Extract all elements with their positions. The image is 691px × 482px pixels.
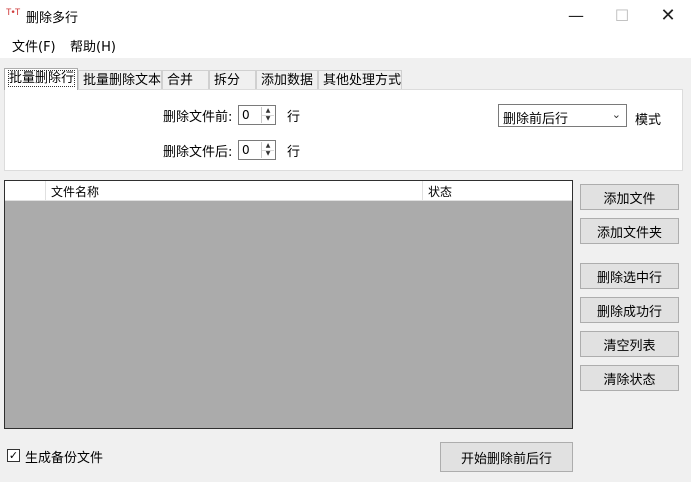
backup-checkbox-label[interactable]: 生成备份文件 <box>25 447 103 466</box>
app-icon: T•T <box>6 8 20 18</box>
window-title: 删除多行 <box>26 11 79 26</box>
add-file-button[interactable]: 添加文件 <box>580 184 679 210</box>
tab-label: 其他处理方式 <box>323 73 402 88</box>
tab-label: 批量删除行 <box>7 70 76 87</box>
delete-after-label: 删除文件后: <box>163 145 233 160</box>
menu-help[interactable]: 帮助(H) <box>70 36 116 55</box>
check-icon: ✓ <box>8 449 19 462</box>
stepper-arrows: ▲ ▼ <box>261 107 274 123</box>
delete-selected-button[interactable]: 删除选中行 <box>580 263 679 289</box>
tab-label: 添加数据 <box>261 73 314 88</box>
tab-merge[interactable]: 合并 <box>162 70 209 89</box>
clear-list-button[interactable]: 清空列表 <box>580 331 679 357</box>
tab-label: 拆分 <box>214 73 241 88</box>
column-header-status[interactable]: 状态 <box>428 183 452 200</box>
add-folder-button[interactable]: 添加文件夹 <box>580 218 679 244</box>
close-button[interactable]: ✕ <box>645 0 691 30</box>
tab-batch-delete-lines[interactable]: 批量删除行 <box>4 68 78 90</box>
maximize-icon: ☐ <box>614 5 630 25</box>
menu-bar: 文件(F) 帮助(H) <box>0 30 691 59</box>
clear-status-button[interactable]: 清除状态 <box>580 365 679 391</box>
tab-label: 批量删除文本 <box>83 73 162 88</box>
column-header-filename[interactable]: 文件名称 <box>51 183 99 200</box>
tab-other-methods[interactable]: 其他处理方式 <box>318 70 402 89</box>
close-icon: ✕ <box>660 4 676 26</box>
tab-label: 合并 <box>167 73 194 88</box>
spin-down-icon[interactable]: ▼ <box>262 115 274 123</box>
backup-checkbox[interactable]: ✓ <box>7 449 20 462</box>
menu-file[interactable]: 文件(F) <box>12 36 56 55</box>
delete-after-value: 0 <box>242 143 250 157</box>
maximize-button[interactable]: ☐ <box>599 0 645 30</box>
mode-selected-value: 删除前后行 <box>503 112 569 127</box>
tab-split[interactable]: 拆分 <box>209 70 256 89</box>
stepper-arrows: ▲ ▼ <box>261 142 274 158</box>
column-divider[interactable] <box>45 181 46 200</box>
delete-success-button[interactable]: 删除成功行 <box>580 297 679 323</box>
spin-down-icon[interactable]: ▼ <box>262 150 274 158</box>
start-button[interactable]: 开始删除前后行 <box>440 442 573 472</box>
tab-add-data[interactable]: 添加数据 <box>256 70 318 89</box>
delete-after-unit: 行 <box>287 145 301 160</box>
minimize-button[interactable]: — <box>553 0 599 30</box>
tab-panel <box>4 89 683 171</box>
delete-before-unit: 行 <box>287 110 301 125</box>
tab-batch-delete-text[interactable]: 批量删除文本 <box>78 70 162 89</box>
file-list[interactable]: 文件名称 状态 <box>4 180 573 429</box>
delete-after-stepper[interactable]: 0 ▲ ▼ <box>238 140 276 160</box>
column-divider[interactable] <box>422 181 423 200</box>
delete-before-value: 0 <box>242 108 250 122</box>
mode-label: 模式 <box>635 113 662 128</box>
minimize-icon: — <box>568 5 584 25</box>
title-bar: T•T 删除多行 — ☐ ✕ <box>0 0 691 30</box>
delete-before-stepper[interactable]: 0 ▲ ▼ <box>238 105 276 125</box>
chevron-down-icon: ⌄ <box>611 108 621 121</box>
mode-select[interactable]: 删除前后行 ⌄ <box>498 104 627 127</box>
list-header: 文件名称 状态 <box>5 181 572 201</box>
delete-before-label: 删除文件前: <box>163 110 233 125</box>
